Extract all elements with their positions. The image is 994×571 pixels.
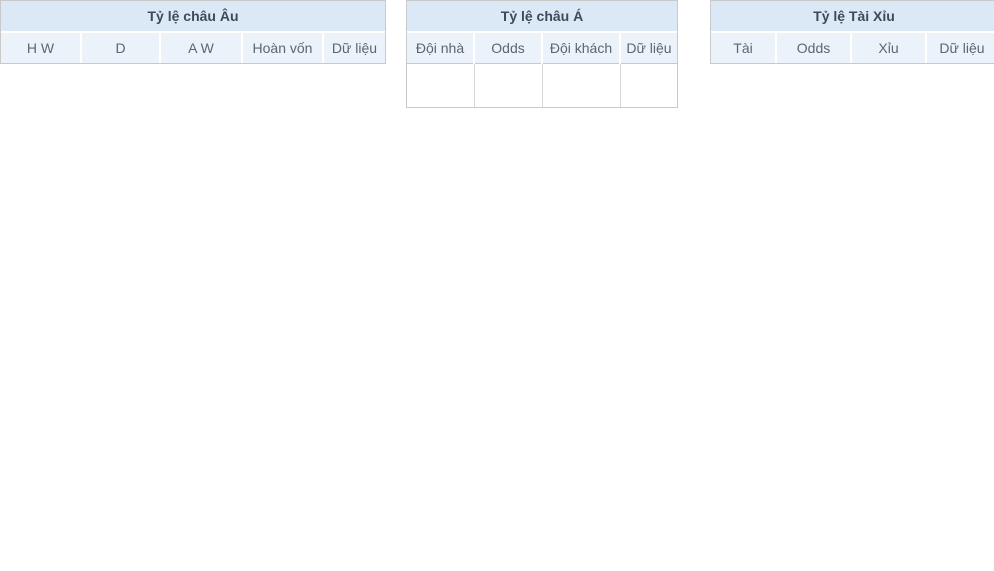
column-header: Đội nhà [407, 31, 474, 64]
odds-comparison-board: Tỷ lệ châu Âu H WDA W Hoàn vốn Dữ liệu Tỷ … [0, 0, 994, 108]
column-header: Dữ liệu [619, 31, 677, 64]
column-header: Dữ liệu [322, 31, 385, 63]
empty-cell [473, 63, 542, 107]
column-header: Xỉu [850, 31, 926, 63]
empty-cell [541, 63, 620, 107]
column-header: Odds [473, 31, 542, 64]
panel-title-asian-handicap: Tỷ lệ châu Á [407, 1, 677, 31]
european-odds-panel: Tỷ lệ châu Âu H WDA W Hoàn vốn Dữ liệu [0, 0, 386, 64]
empty-cell [619, 63, 677, 107]
asian-handicap-panel: Tỷ lệ châu Á Đội nhà Odds Đội khách Dữ liệu [406, 0, 678, 108]
empty-cell [407, 63, 474, 107]
over-under-table: Tài Odds Xỉu Dữ liệu [711, 31, 994, 63]
over-under-panel: Tỷ lệ Tài Xỉu Tài Odds Xỉu Dữ liệu [710, 0, 994, 64]
odds-row [407, 63, 677, 107]
european-odds-table: H WDA W Hoàn vốn Dữ liệu [1, 31, 385, 63]
column-header: Tài [711, 31, 776, 63]
column-header: Dữ liệu [925, 31, 994, 63]
panel-title-over-under: Tỷ lệ Tài Xỉu [711, 1, 994, 31]
column-header: Odds [775, 31, 851, 63]
column-header: Đội khách [541, 31, 620, 64]
column-header: Hoàn vốn [241, 31, 323, 63]
column-header: D [80, 31, 160, 63]
panel-title-european-odds: Tỷ lệ châu Âu [1, 1, 385, 31]
column-header: A W [159, 31, 242, 63]
column-header: H W [1, 31, 81, 63]
asian-handicap-table: Đội nhà Odds Đội khách Dữ liệu [407, 31, 677, 107]
